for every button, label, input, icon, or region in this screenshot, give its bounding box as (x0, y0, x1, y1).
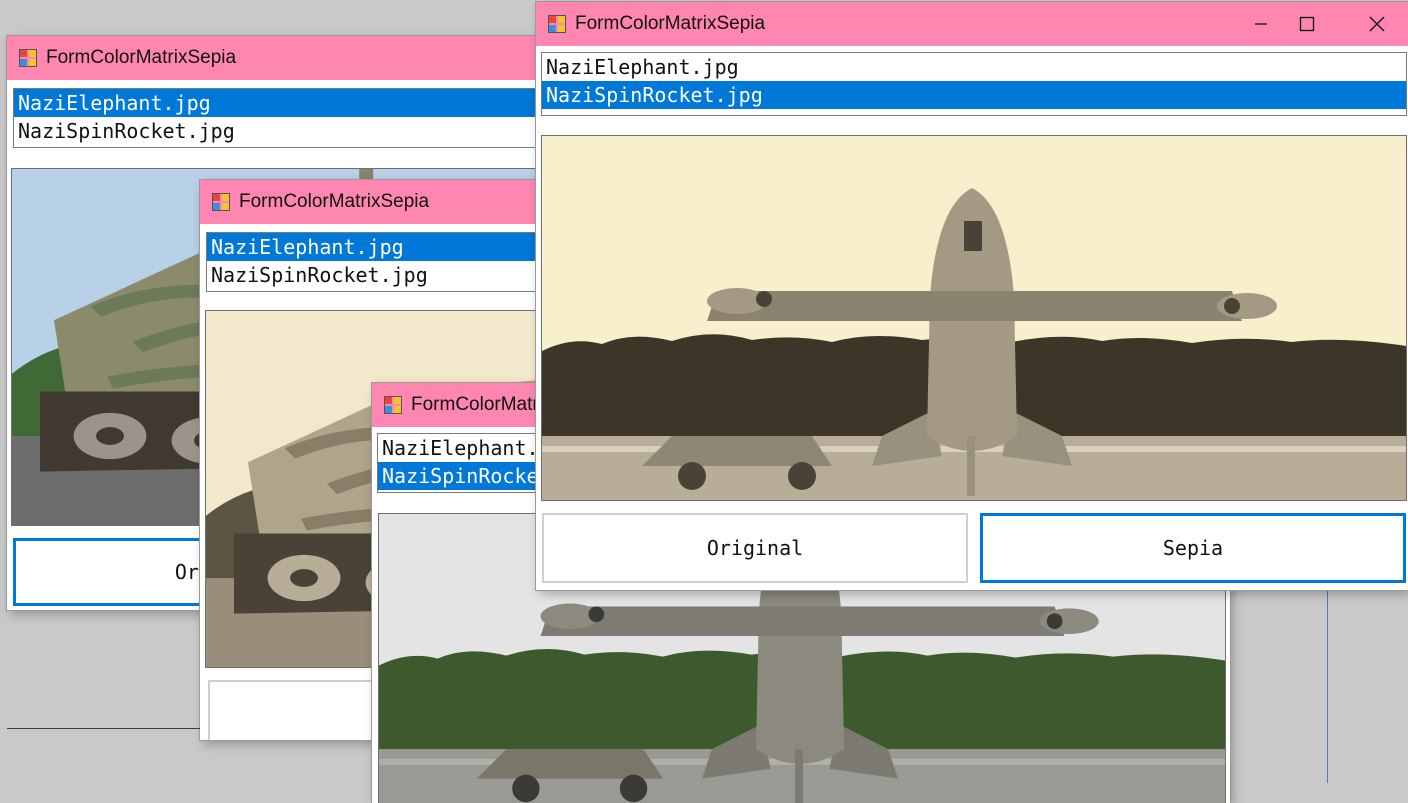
title-bar[interactable]: FormColorMatrixSepia (536, 2, 1408, 46)
app-icon (212, 193, 230, 211)
original-button[interactable]: Original (542, 513, 968, 583)
picture-box (541, 135, 1407, 501)
list-item[interactable]: NaziElephant.jpg (542, 53, 1406, 81)
rocket-image (542, 136, 1406, 500)
window-edge-line (1327, 590, 1328, 783)
window-title: FormColorMatrixSepia (575, 13, 766, 34)
list-item[interactable]: NaziSpinRocket.jpg (14, 117, 574, 145)
list-item[interactable]: NaziSpinRocket.jpg (542, 81, 1406, 109)
app-icon (384, 396, 402, 414)
list-item[interactable]: NaziElephant.jpg (14, 89, 574, 117)
window-title: FormColorMatrixSepia (46, 47, 237, 68)
minimize-button[interactable] (1238, 2, 1284, 46)
window-title: FormColorMatrixSepia (239, 191, 430, 212)
app-icon (548, 15, 566, 33)
minimize-icon (1255, 23, 1267, 25)
maximize-icon (1299, 16, 1315, 32)
window-edge-line (7, 728, 200, 729)
app-icon (19, 49, 37, 67)
file-listbox[interactable]: NaziElephant.jpg NaziSpinRocket.jpg (541, 52, 1407, 116)
form-window-active[interactable]: FormColorMatrixSepia NaziElephant.jpg Na… (536, 2, 1408, 590)
close-button[interactable] (1354, 2, 1400, 46)
close-icon (1369, 16, 1385, 32)
maximize-button[interactable] (1284, 2, 1330, 46)
file-listbox[interactable]: NaziElephant.jpg NaziSpinRocket.jpg (13, 88, 575, 148)
sepia-button[interactable]: Sepia (980, 513, 1406, 583)
